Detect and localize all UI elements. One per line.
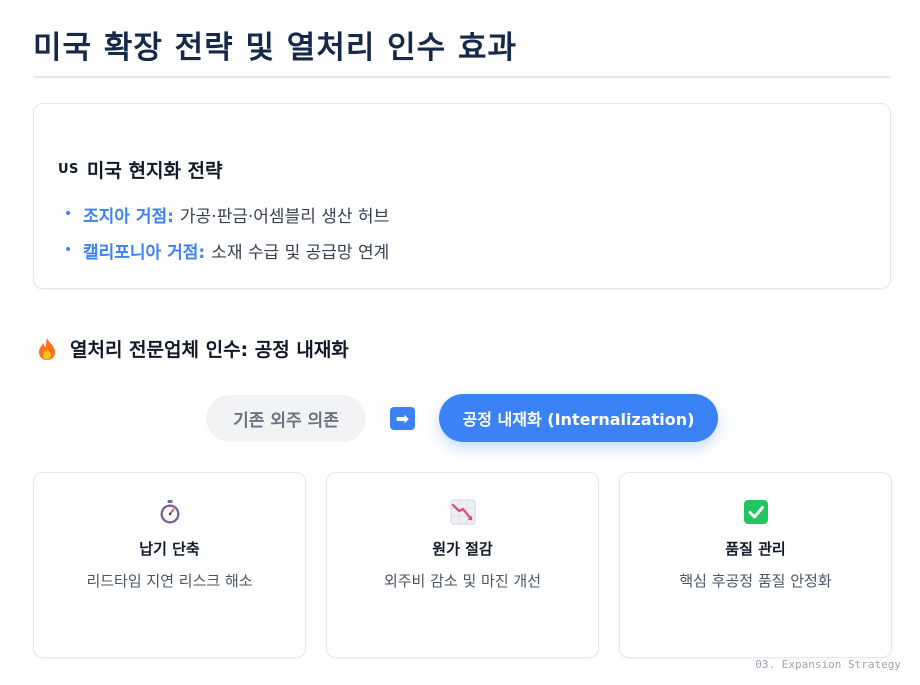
benefit-title: 납기 단축 [139,540,200,558]
us-flag-icon: US [58,162,79,177]
bullet-icon: • [64,206,73,222]
list-item: • 캘리포니아 거점: 소재 수급 및 공급망 연계 [64,232,389,268]
after-state-pill: 공정 내재화 (Internalization) [439,394,718,442]
page-title: 미국 확장 전략 및 열처리 인수 효과 [33,30,518,66]
before-state-pill: 기존 외주 의존 [206,395,366,442]
fire-icon [36,337,58,361]
us-strategy-list: • 조지아 거점: 가공·판금·어셈블리 생산 허브 • 캘리포니아 거점: 소… [64,196,389,268]
list-item: • 조지아 거점: 가공·판금·어셈블리 생산 허브 [64,196,389,232]
bullet-icon: • [64,242,73,258]
us-strategy-title: 미국 현지화 전략 [86,160,223,182]
benefit-description: 리드타임 지연 리스크 해소 [86,572,253,590]
check-mark-icon [743,499,769,525]
title-divider [33,76,891,78]
acquisition-title: 열처리 전문업체 인수: 공정 내재화 [70,339,349,361]
right-arrow-icon: ➡ [390,407,415,430]
list-item-key: 캘리포니아 거점: [83,242,206,263]
us-strategy-heading: US 미국 현지화 전략 [58,156,223,183]
benefit-title: 원가 절감 [432,540,493,558]
stopwatch-icon [157,499,183,525]
acquisition-heading: 열처리 전문업체 인수: 공정 내재화 [36,335,349,362]
list-item-text: 소재 수급 및 공급망 연계 [211,242,390,263]
benefit-description: 핵심 후공정 품질 안정화 [679,572,832,590]
benefit-card-cost: 원가 절감 외주비 감소 및 마진 개선 [326,472,599,658]
list-item-text: 가공·판금·어셈블리 생산 허브 [179,206,390,227]
list-item-key: 조지아 거점: [83,206,174,227]
chart-decreasing-icon [450,499,476,525]
footer-label: 03. Expansion Strategy [755,658,901,671]
benefit-description: 외주비 감소 및 마진 개선 [383,572,542,590]
benefit-card-quality: 품질 관리 핵심 후공정 품질 안정화 [619,472,892,658]
us-strategy-card: US 미국 현지화 전략 • 조지아 거점: 가공·판금·어셈블리 생산 허브 … [33,103,891,289]
benefit-card-lead-time: 납기 단축 리드타임 지연 리스크 해소 [33,472,306,658]
benefit-title: 품질 관리 [725,540,786,558]
